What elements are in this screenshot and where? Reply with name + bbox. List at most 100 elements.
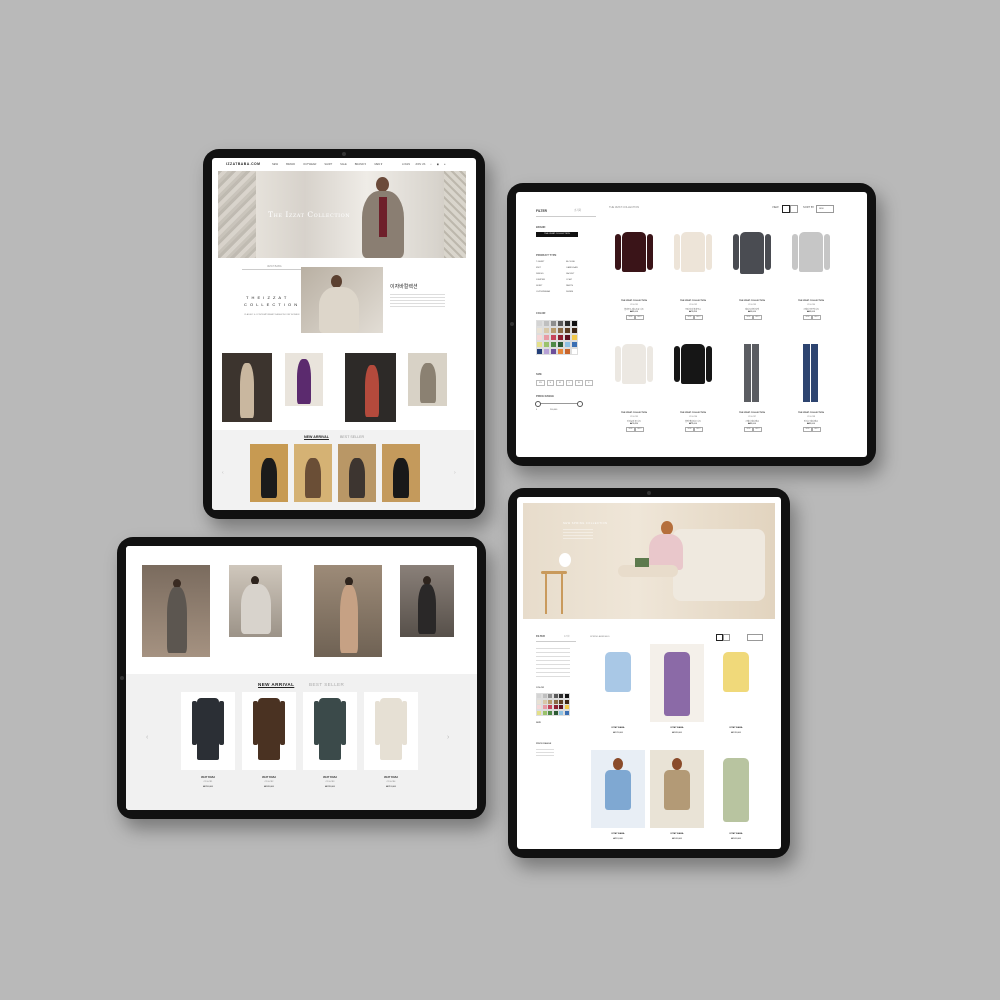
price-slider-handle[interactable]: [577, 401, 583, 407]
menu-icon[interactable]: ≡: [444, 163, 446, 166]
lookbook-photo[interactable]: [314, 565, 382, 657]
product-card[interactable]: IZZAT BABA ₩139,000: [709, 644, 763, 744]
carousel-prev-icon[interactable]: ‹: [222, 470, 224, 476]
color-swatch[interactable]: [564, 348, 571, 355]
color-swatch[interactable]: [536, 320, 543, 327]
carousel-prev-icon[interactable]: ‹: [146, 734, 148, 741]
nav-item[interactable]: SALE: [340, 163, 347, 168]
color-swatch[interactable]: [571, 348, 578, 355]
color-swatch[interactable]: [543, 327, 550, 334]
carousel-next-icon[interactable]: ›: [447, 734, 449, 741]
type-option[interactable]: COAT: [566, 279, 596, 281]
product-image[interactable]: [338, 444, 376, 502]
nav-item[interactable]: NEW: [272, 163, 278, 168]
product-image[interactable]: [605, 652, 631, 692]
price-slider-handle[interactable]: [535, 401, 541, 407]
product-card[interactable]: THE IZZAT COLLECTION C13-C84 그레이 크루넥 니트 ₩69…: [786, 222, 836, 322]
product-card[interactable]: THE IZZAT COLLECTION C13-C82 크림 타이 블라우스 ₩79…: [668, 222, 718, 322]
product-type-list[interactable]: [536, 648, 570, 678]
product-image[interactable]: [250, 444, 288, 502]
product-card[interactable]: THE IZZAT COLLECTION C13-C83 데님 트러커 자켓 ₩99,…: [727, 222, 777, 322]
color-swatch[interactable]: [571, 341, 578, 348]
price-options[interactable]: [536, 749, 554, 757]
product-card[interactable]: THE IZZAT COLLECTION C13-C86 블랙 벨슬리브 니트 ₩79…: [668, 334, 718, 434]
product-image[interactable]: [258, 698, 280, 760]
color-swatch[interactable]: [536, 348, 543, 355]
lookbook-photo[interactable]: [285, 353, 323, 406]
color-swatch[interactable]: [557, 327, 564, 334]
product-image[interactable]: [197, 698, 219, 760]
product-image[interactable]: [740, 232, 764, 274]
color-swatch[interactable]: [557, 348, 564, 355]
lookbook-photo[interactable]: [408, 353, 447, 406]
price-slider-track[interactable]: [536, 403, 580, 404]
type-option[interactable]: CARDIGAN: [566, 267, 596, 269]
product-card[interactable]: IZZAT BABA ₩169,000: [709, 750, 763, 849]
product-image[interactable]: [723, 758, 749, 822]
lookbook-photo[interactable]: [142, 565, 210, 657]
size-option[interactable]: L: [565, 380, 573, 386]
color-swatch[interactable]: [543, 348, 550, 355]
product-card[interactable]: THE IZZAT COLLECTION C13-C85 아이보리 울 니트 ₩79,…: [609, 334, 659, 434]
product-card[interactable]: IZZAT BABA ₩119,000: [591, 750, 645, 849]
type-option[interactable]: BLOUSE: [566, 261, 596, 263]
color-swatch[interactable]: [557, 334, 564, 341]
product-image[interactable]: [803, 344, 810, 402]
product-image[interactable]: [622, 232, 646, 272]
size-option[interactable]: M: [556, 380, 564, 386]
tab-new-arrival[interactable]: NEW ARRIVAL: [304, 435, 329, 440]
type-option[interactable]: JUMPER: [536, 279, 566, 281]
type-option[interactable]: SKIRT: [536, 285, 566, 287]
color-swatch[interactable]: [564, 327, 571, 334]
color-swatch[interactable]: [550, 320, 557, 327]
type-option[interactable]: KNIT: [536, 267, 566, 269]
type-option[interactable]: DENIM: [566, 291, 596, 293]
product-card[interactable]: IZZAT BABA C13-C91 ₩259,000: [181, 692, 235, 797]
product-card[interactable]: IZZAT BABA ₩129,000: [591, 644, 645, 744]
product-card[interactable]: THE IZZAT COLLECTION C13-C88 인디고 데님 팬츠 ₩89,…: [786, 334, 836, 434]
tab-new-arrival[interactable]: NEW ARRIVAL: [258, 682, 294, 688]
size-option[interactable]: XL: [574, 380, 584, 386]
color-swatch[interactable]: [536, 334, 543, 341]
nav-item[interactable]: BRAND▼: [355, 163, 367, 168]
size-option[interactable]: F: [585, 380, 593, 386]
hero-banner[interactable]: NEW SPRING COLLECTION: [523, 503, 775, 619]
nav-item[interactable]: MEN▼: [374, 163, 382, 168]
product-image[interactable]: [622, 344, 646, 384]
color-swatch[interactable]: [564, 334, 571, 341]
type-option[interactable]: PANTS: [566, 285, 596, 287]
color-swatch[interactable]: [564, 320, 571, 327]
product-card[interactable]: IZZAT BABA ₩189,000: [650, 644, 704, 744]
product-card[interactable]: IZZAT BABA C13-C94 ₩219,000: [364, 692, 418, 797]
product-image[interactable]: [605, 770, 631, 810]
nav-item[interactable]: OUTWEAR: [303, 163, 316, 168]
tab-best-seller[interactable]: BEST SELLER: [309, 682, 344, 688]
color-swatch[interactable]: [543, 334, 550, 341]
product-image[interactable]: [723, 652, 749, 692]
product-image[interactable]: [294, 444, 332, 502]
tab-best-seller[interactable]: BEST SELLER: [340, 435, 364, 440]
list-view-toggle[interactable]: [723, 634, 730, 641]
color-swatch[interactable]: [543, 320, 550, 327]
cart-icon[interactable]: ◼: [437, 163, 439, 166]
product-image[interactable]: [799, 232, 823, 272]
brand-chip[interactable]: THE IZZAT COLLECTION: [536, 232, 578, 237]
nav-item[interactable]: BRAND: [286, 163, 295, 168]
site-logo[interactable]: IZZATBABA.COM: [226, 162, 261, 166]
color-swatch[interactable]: [536, 327, 543, 334]
list-view-toggle[interactable]: [790, 205, 798, 213]
lookbook-photo[interactable]: [345, 353, 396, 422]
color-swatch[interactable]: [536, 341, 543, 348]
nav-item[interactable]: SHIRT: [324, 163, 332, 168]
color-swatch[interactable]: [550, 327, 557, 334]
color-swatch[interactable]: [571, 334, 578, 341]
product-image[interactable]: [681, 344, 705, 384]
color-swatch[interactable]: [564, 341, 571, 348]
login-link[interactable]: LOGIN: [402, 163, 410, 166]
grid-view-toggle[interactable]: [782, 205, 790, 213]
sort-select[interactable]: NEW: [816, 205, 834, 213]
product-card[interactable]: IZZAT BABA C13-C92 ₩189,000: [242, 692, 296, 797]
lookbook-photo[interactable]: [400, 565, 454, 637]
color-swatch[interactable]: [557, 341, 564, 348]
color-swatch[interactable]: [571, 320, 578, 327]
